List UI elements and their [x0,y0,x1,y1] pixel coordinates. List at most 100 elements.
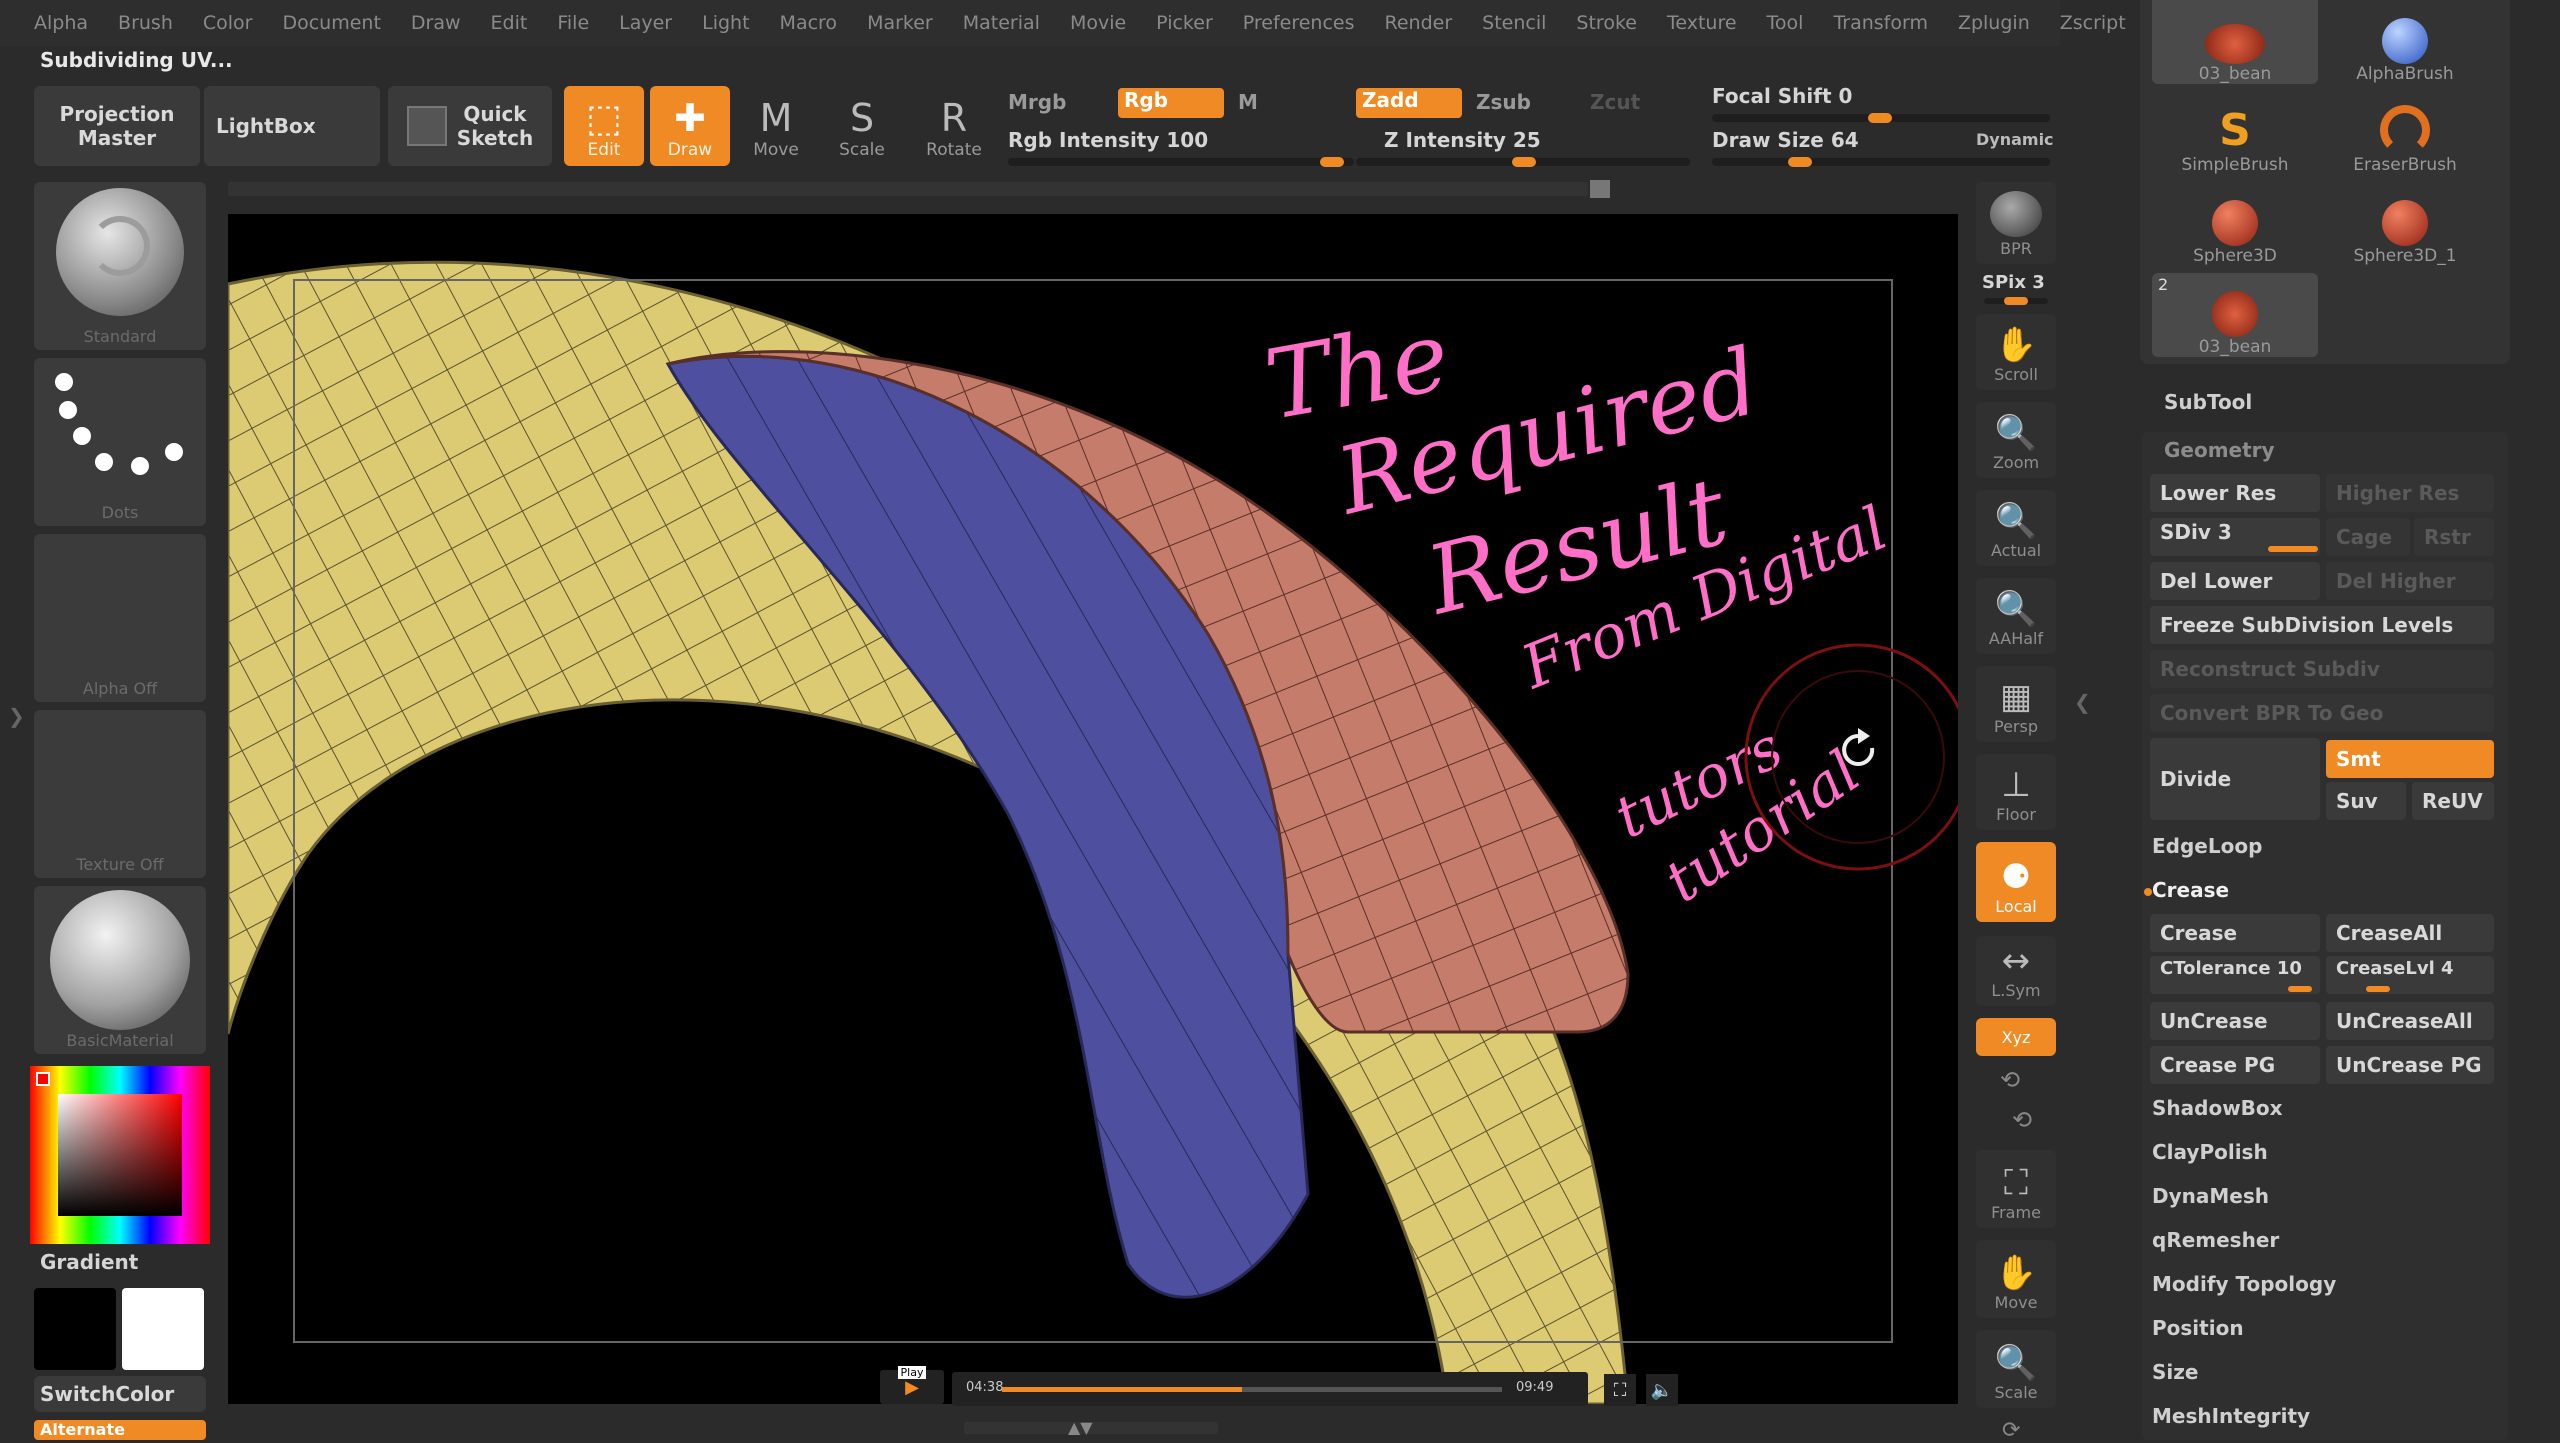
texture-tile[interactable]: Texture Off [34,710,206,878]
menu-item-layer[interactable]: Layer [619,12,672,34]
scroll-button[interactable]: ✋ Scroll [1976,314,2056,390]
menu-item-zplugin[interactable]: Zplugin [1958,12,2030,34]
menu-item-edit[interactable]: Edit [491,12,528,34]
fullscreen-icon[interactable]: ⛶ [1604,1374,1636,1406]
rotate-z-icon[interactable]: ⟲ [2012,1106,2032,1134]
draw-button[interactable]: ✚ Draw [650,86,730,166]
quick-sketch-button[interactable]: Quick Sketch [388,86,552,166]
zsub-toggle[interactable]: Zsub [1476,90,1531,114]
menu-item-marker[interactable]: Marker [867,12,933,34]
menu-item-file[interactable]: File [557,12,589,34]
dynamesh-header[interactable]: DynaMesh [2152,1184,2496,1208]
uncrease-button[interactable]: UnCrease [2150,1002,2320,1040]
menu-item-light[interactable]: Light [702,12,749,34]
size-header[interactable]: Size [2152,1360,2496,1384]
lightbox-button[interactable]: LightBox [204,86,380,166]
menu-item-movie[interactable]: Movie [1070,12,1126,34]
focal-shift-slider[interactable] [1712,113,2050,123]
shadowbox-header[interactable]: ShadowBox [2152,1096,2496,1120]
rgb-intensity-slider[interactable] [1008,157,1354,167]
bpr-button[interactable]: BPR [1976,182,2056,264]
claypolish-header[interactable]: ClayPolish [2152,1140,2496,1164]
tool-03bean-2[interactable]: 2 03_bean [2152,273,2318,357]
higher-res-button[interactable]: Higher Res [2326,474,2494,512]
crease-header[interactable]: Crease [2152,878,2496,902]
ctolerance-slider[interactable]: CTolerance 10 [2150,956,2320,994]
color-picker[interactable] [30,1066,210,1244]
frame-button[interactable]: ⛶ Frame [1976,1150,2056,1228]
del-lower-button[interactable]: Del Lower [2150,562,2320,600]
position-header[interactable]: Position [2152,1316,2496,1340]
lower-res-button[interactable]: Lower Res [2150,474,2320,512]
z-intensity-slider[interactable] [1356,157,1690,167]
tool-sphere3d-1[interactable]: Sphere3D_1 [2322,182,2488,266]
spix-slider[interactable] [1984,297,2048,305]
scale-button[interactable]: S Scale [822,86,902,166]
brush-simplebrush[interactable]: S SimpleBrush [2152,91,2318,176]
main-color-swatch[interactable] [122,1288,204,1370]
menu-item-transform[interactable]: Transform [1833,12,1928,34]
smt-toggle[interactable]: Smt [2326,740,2494,778]
menu-item-tool[interactable]: Tool [1767,12,1804,34]
gradient-label[interactable]: Gradient [40,1250,138,1274]
uncrease-pg-button[interactable]: UnCrease PG [2326,1046,2494,1084]
projection-master-button[interactable]: Projection Master [34,86,200,166]
geometry-header[interactable]: Geometry [2164,438,2508,462]
crease-button[interactable]: Crease [2150,914,2320,952]
color-picker-square[interactable] [58,1094,182,1216]
move-view-button[interactable]: ✋ Move [1976,1240,2056,1318]
shelf-handle[interactable] [1590,180,1610,198]
draw-size-slider[interactable] [1712,157,2050,167]
brush-alphabrush[interactable]: AlphaBrush [2322,0,2488,84]
mrgb-toggle[interactable]: Mrgb [1008,90,1066,114]
floor-button[interactable]: ⊥ Floor [1976,754,2056,830]
menu-item-preferences[interactable]: Preferences [1243,12,1355,34]
secondary-color-swatch[interactable] [34,1288,116,1370]
menu-item-material[interactable]: Material [963,12,1040,34]
bottom-shelf-arrows-icon[interactable]: ▲▼ [1068,1418,1093,1437]
menu-item-render[interactable]: Render [1385,12,1453,34]
menu-item-zscript[interactable]: Zscript [2060,12,2126,34]
volume-icon[interactable]: 🔈 [1646,1374,1678,1406]
local-button[interactable]: ⚈ Local [1976,842,2056,922]
right-tray-arrow-icon[interactable]: ❮ [2074,690,2091,714]
alternate-button[interactable]: Alternate [34,1420,206,1440]
lsym-button[interactable]: ↔ L.Sym [1976,936,2056,1006]
crease-lvl-slider[interactable]: CreaseLvl 4 [2326,956,2494,994]
reuv-button[interactable]: ReUV [2412,782,2494,820]
divide-button[interactable]: Divide [2150,738,2320,820]
scale-view-button[interactable]: 🔍 Scale [1976,1330,2056,1408]
z-intensity-knob[interactable] [1512,157,1536,167]
aahalf-button[interactable]: 🔍 AAHalf [1976,578,2056,654]
focal-shift-knob[interactable] [1868,113,1892,123]
freeze-subdivision-button[interactable]: Freeze SubDivision Levels [2150,606,2494,644]
menu-item-picker[interactable]: Picker [1156,12,1213,34]
cage-button[interactable]: Cage [2326,518,2410,556]
left-tray-arrow-icon[interactable]: ❯ [8,704,25,728]
suv-toggle[interactable]: Suv [2326,782,2406,820]
menu-item-color[interactable]: Color [203,12,253,34]
brush-03bean[interactable]: 03_bean [2152,0,2318,84]
switch-color-button[interactable]: SwitchColor [34,1376,206,1412]
sdiv-knob[interactable] [2268,546,2318,552]
menu-item-draw[interactable]: Draw [411,12,461,34]
crease-lvl-knob[interactable] [2366,986,2390,992]
ctolerance-knob[interactable] [2288,986,2312,992]
crease-pg-button[interactable]: Crease PG [2150,1046,2320,1084]
zoom-button[interactable]: 🔍 Zoom [1976,402,2056,478]
tool-sphere3d[interactable]: Sphere3D [2152,182,2318,266]
alpha-tile[interactable]: Alpha Off [34,534,206,702]
rotate-y-icon[interactable]: ⟲ [2000,1066,2020,1094]
crease-all-button[interactable]: CreaseAll [2326,914,2494,952]
qremesher-header[interactable]: qRemesher [2152,1228,2496,1252]
rgb-intensity-knob[interactable] [1320,157,1344,167]
del-higher-button[interactable]: Del Higher [2326,562,2494,600]
edgeloop-header[interactable]: EdgeLoop [2152,834,2496,858]
draw-size-knob[interactable] [1788,157,1812,167]
play-button[interactable]: Play ▶ [880,1366,944,1404]
zadd-toggle[interactable]: Zadd [1356,88,1462,118]
menu-item-texture[interactable]: Texture [1667,12,1737,34]
move-button[interactable]: M Move [736,86,816,166]
menu-item-alpha[interactable]: Alpha [34,12,88,34]
dynamic-toggle[interactable]: Dynamic [1976,130,2054,149]
